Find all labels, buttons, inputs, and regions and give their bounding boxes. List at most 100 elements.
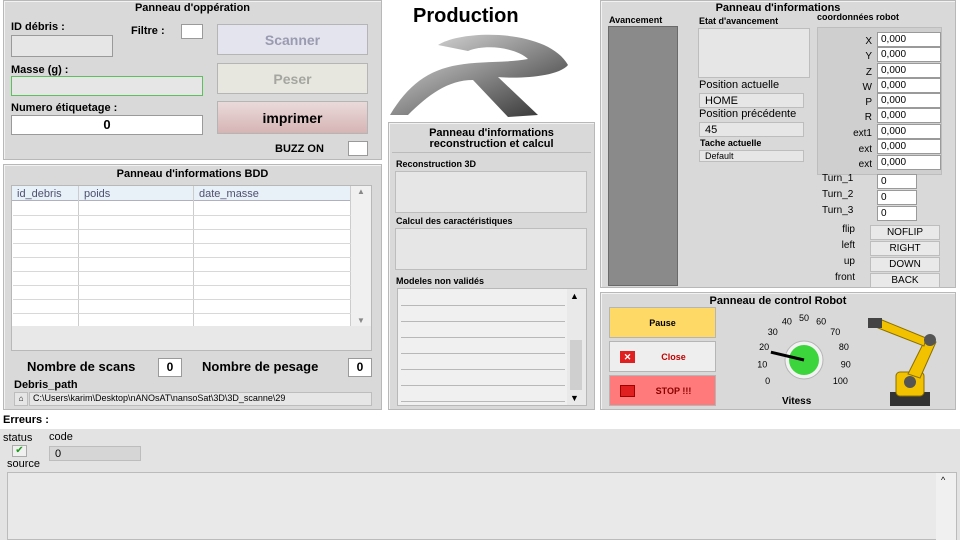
stop-label: STOP !!! xyxy=(655,385,692,396)
close-label: Close xyxy=(661,351,686,362)
front-value: BACK xyxy=(870,273,940,288)
source-area[interactable] xyxy=(7,472,957,540)
table-row[interactable] xyxy=(13,203,351,216)
scans-count: 0 xyxy=(158,358,182,377)
filter-checkbox[interactable] xyxy=(181,24,203,39)
bdd-table-footer xyxy=(12,326,371,350)
bdd-table-scrollbar[interactable] xyxy=(351,186,371,326)
table-row[interactable] xyxy=(13,301,351,314)
coord-x-value: 0,000 xyxy=(877,32,941,47)
imprimer-button[interactable]: imprimer xyxy=(217,101,368,134)
models-label: Modeles non validés xyxy=(396,276,485,286)
scroll-thumb[interactable] xyxy=(570,340,582,390)
gauge-tick-label: 10 xyxy=(757,359,767,369)
etat-label: Etat d'avancement xyxy=(699,16,779,26)
id-debris-input[interactable] xyxy=(11,35,113,57)
scroll-up-icon[interactable]: ^ xyxy=(941,475,945,485)
table-row[interactable] xyxy=(13,231,351,244)
list-item[interactable] xyxy=(401,307,565,322)
source-label: source xyxy=(7,458,41,470)
filter-label: Filtre : xyxy=(131,25,165,37)
coord-r-label: R xyxy=(864,112,872,123)
code-field[interactable]: 0 xyxy=(49,446,141,461)
bdd-col-id[interactable]: id_debris xyxy=(17,188,62,200)
bdd-col-date[interactable]: date_masse xyxy=(199,188,259,200)
scans-label: Nombre de scans xyxy=(27,359,136,374)
vitess-label: Vitess xyxy=(782,396,812,407)
pesage-count: 0 xyxy=(348,358,372,377)
turn3-label: Turn_3 xyxy=(822,205,854,216)
table-row[interactable] xyxy=(13,259,351,272)
coord-x-label: X xyxy=(865,36,872,47)
production-logo xyxy=(390,34,568,118)
robot-arm-image xyxy=(868,318,937,406)
coord-ext1-value: 0,000 xyxy=(877,124,941,139)
coord-ext3-label: ext xyxy=(858,159,872,170)
avancement-bar xyxy=(608,26,678,286)
coord-w-value: 0,000 xyxy=(877,78,941,93)
scroll-up-icon[interactable]: ▲ xyxy=(357,187,365,196)
source-scrollbar[interactable] xyxy=(936,473,956,540)
coord-z-label: Z xyxy=(865,67,872,78)
bdd-panel-title: Panneau d'informations BDD xyxy=(116,168,269,180)
masse-input[interactable] xyxy=(11,76,203,96)
reconstruction-title-2: reconstruction et calcul xyxy=(429,138,554,150)
peser-button[interactable]: Peser xyxy=(217,63,368,94)
gauge-tick-label: 40 xyxy=(782,317,792,327)
scroll-down-icon[interactable]: ▼ xyxy=(570,393,579,403)
robot-panel-title: Panneau de control Robot xyxy=(709,295,847,307)
calc-area xyxy=(395,228,587,270)
bdd-col-poids[interactable]: poids xyxy=(84,188,110,200)
flip-label: flip xyxy=(842,224,855,235)
gauge-tick-label: 30 xyxy=(768,327,778,337)
table-row[interactable] xyxy=(13,245,351,258)
gauge-tick-label: 0 xyxy=(765,376,770,386)
list-item[interactable] xyxy=(401,339,565,354)
close-button[interactable]: ✕ Close xyxy=(609,341,716,372)
pause-button[interactable]: Pause xyxy=(609,307,716,338)
list-item[interactable] xyxy=(401,355,565,370)
coords-label: coordonnées robot xyxy=(817,12,900,22)
turn2-value: 0 xyxy=(877,190,917,205)
close-icon: ✕ xyxy=(620,351,635,363)
etat-area xyxy=(698,28,810,78)
left-value: RIGHT xyxy=(870,241,940,256)
buzz-checkbox[interactable] xyxy=(348,141,368,156)
list-item[interactable] xyxy=(401,323,565,338)
folder-icon[interactable]: ⌂ xyxy=(14,392,28,406)
speed-gauge[interactable]: 0 10 20 30 40 50 60 70 80 90 100 xyxy=(730,312,880,408)
tache-value: Default xyxy=(699,150,804,162)
turn3-value: 0 xyxy=(877,206,917,221)
buzz-label: BUZZ ON xyxy=(275,143,324,155)
path-field[interactable]: C:\Users\karim\Desktop\nANOsAT\nansoSat\… xyxy=(29,392,372,406)
table-row[interactable] xyxy=(13,217,351,230)
gauge-tick-label: 60 xyxy=(816,317,826,327)
table-row[interactable] xyxy=(13,273,351,286)
list-item[interactable] xyxy=(401,371,565,386)
stop-button[interactable]: STOP !!! xyxy=(609,375,716,406)
up-value: DOWN xyxy=(870,257,940,272)
table-row[interactable] xyxy=(13,287,351,300)
turn1-value: 0 xyxy=(877,174,917,189)
masse-label: Masse (g) : xyxy=(11,64,69,76)
pos-prec-label: Position précédente xyxy=(699,108,797,120)
gauge-tick-label: 100 xyxy=(833,376,848,386)
gauge-tick-label: 20 xyxy=(759,342,769,352)
errors-bar xyxy=(0,411,960,429)
recon-3d-area xyxy=(395,171,587,213)
tache-label: Tache actuelle xyxy=(700,138,762,148)
etiquetage-input[interactable]: 0 xyxy=(11,115,203,135)
pos-actuelle-label: Position actuelle xyxy=(699,79,780,91)
errors-title: Erreurs : xyxy=(3,414,49,426)
turn1-label: Turn_1 xyxy=(822,173,854,184)
coord-ext2-value: 0,000 xyxy=(877,139,941,154)
status-label: status xyxy=(3,432,33,444)
scroll-up-icon[interactable]: ▲ xyxy=(570,291,579,301)
scroll-down-icon[interactable]: ▼ xyxy=(357,316,365,325)
coord-w-label: W xyxy=(862,82,872,93)
status-check-icon: ✔ xyxy=(12,445,27,457)
scan-button[interactable]: Scanner xyxy=(217,24,368,55)
list-item[interactable] xyxy=(401,291,565,306)
list-item[interactable] xyxy=(401,387,565,402)
gauge-tick-label: 70 xyxy=(830,327,840,337)
